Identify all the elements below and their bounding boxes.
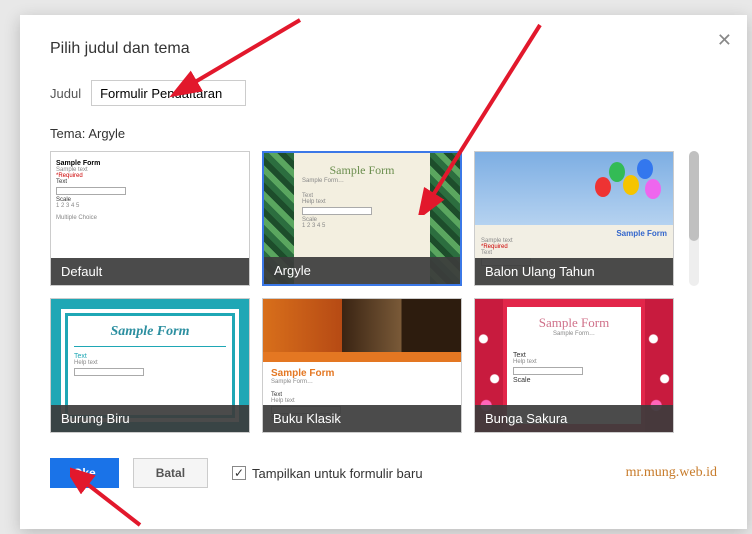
balloons-icon xyxy=(595,157,665,217)
preview-input xyxy=(74,368,144,376)
tema-label-prefix: Tema: xyxy=(50,126,85,141)
preview-sub: Sample Form… xyxy=(513,331,635,337)
preview-mc: Multiple Choice xyxy=(56,215,244,221)
preview-title: Sample Form xyxy=(481,229,667,238)
scrollbar-thumb[interactable] xyxy=(689,151,699,241)
theme-card-argyle[interactable]: Sample Form Sample Form… Text Help text … xyxy=(262,151,462,286)
preview-help: Help text xyxy=(74,360,226,366)
cancel-button[interactable]: Batal xyxy=(133,458,208,488)
checkbox-label: Tampilkan untuk formulir baru xyxy=(252,466,423,481)
preview-input xyxy=(513,367,583,375)
preview-title: Sample Form xyxy=(302,163,422,178)
theme-card-balon[interactable]: Sample Form Sample text *Required Text B… xyxy=(474,151,674,286)
theme-dialog: ✕ Pilih judul dan tema Judul Tema: Argyl… xyxy=(20,15,747,529)
preview-sub: Sample Form… xyxy=(302,178,422,184)
dialog-title: Pilih judul dan tema xyxy=(50,40,717,58)
judul-label: Judul xyxy=(50,86,81,101)
close-icon[interactable]: ✕ xyxy=(717,30,732,51)
preview-scale-label: Scale xyxy=(513,377,635,384)
tema-selected-name: Argyle xyxy=(88,126,125,141)
tema-label: Tema: Argyle xyxy=(50,126,717,141)
ok-button[interactable]: Oke xyxy=(50,458,119,488)
watermark-text: mr.mung.web.id xyxy=(626,465,717,481)
preview-text-label: Text xyxy=(513,352,635,359)
preview-help: Help text xyxy=(513,359,635,365)
books-image xyxy=(263,299,461,352)
preview-title: Sample Form xyxy=(271,368,453,379)
preview-title: Sample Form xyxy=(56,160,244,167)
preview-scale-nums: 1 2 3 4 5 xyxy=(302,223,422,229)
themes-grid: Sample Form Sample text *Required Text S… xyxy=(50,151,674,433)
preview-scale-nums: 1 2 3 4 5 xyxy=(56,203,244,209)
preview-title: Sample Form xyxy=(74,324,226,340)
theme-caption: Balon Ulang Tahun xyxy=(475,258,673,285)
judul-input[interactable] xyxy=(91,80,246,106)
dialog-footer: Oke Batal ✓ Tampilkan untuk formulir bar… xyxy=(50,458,717,488)
theme-card-buku[interactable]: Sample Form Sample Form… Text Help text … xyxy=(262,298,462,433)
preview-text-label: Text xyxy=(56,179,244,185)
judul-row: Judul xyxy=(50,80,717,106)
orange-bar xyxy=(263,352,461,362)
preview-help: Help text xyxy=(271,398,453,404)
preview-input xyxy=(56,187,126,195)
theme-card-bunga[interactable]: Sample Form Sample Form… Text Help text … xyxy=(474,298,674,433)
themes-scrollbar[interactable] xyxy=(689,151,699,286)
preview-text-label: Text xyxy=(74,353,226,360)
theme-caption: Argyle xyxy=(264,257,460,284)
preview-input xyxy=(302,207,372,215)
theme-card-default[interactable]: Sample Form Sample text *Required Text S… xyxy=(50,151,250,286)
preview-help: Help text xyxy=(302,199,422,205)
preview-sub: Sample Form… xyxy=(271,379,453,385)
theme-caption: Bunga Sakura xyxy=(475,405,673,432)
checkbox-icon: ✓ xyxy=(232,466,246,480)
theme-caption: Buku Klasik xyxy=(263,405,461,432)
theme-card-burung[interactable]: Sample Form Text Help text Burung Biru xyxy=(50,298,250,433)
theme-caption: Burung Biru xyxy=(51,405,249,432)
balloon-sky xyxy=(475,152,673,225)
preview-title: Sample Form xyxy=(513,315,635,331)
show-for-new-checkbox[interactable]: ✓ Tampilkan untuk formulir baru xyxy=(232,466,423,481)
theme-caption: Default xyxy=(51,258,249,285)
preview-text-label: Text xyxy=(481,250,667,256)
burung-inner: Sample Form Text Help text xyxy=(65,313,235,418)
themes-area: Sample Form Sample text *Required Text S… xyxy=(50,151,717,433)
